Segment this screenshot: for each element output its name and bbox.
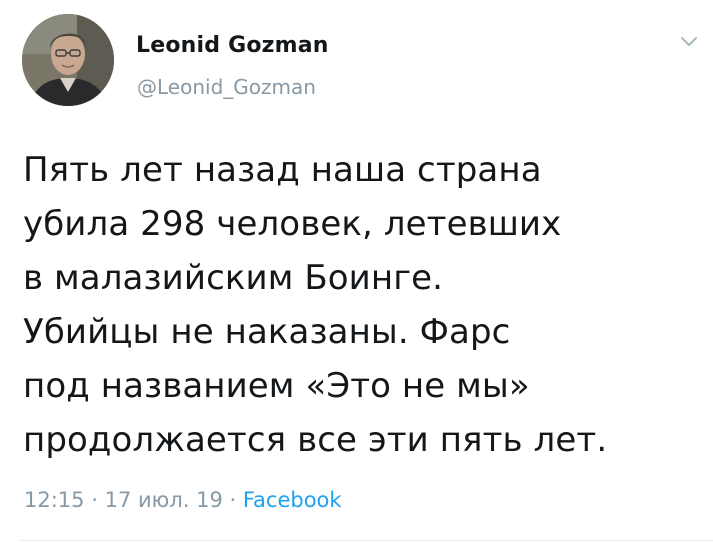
tweet-meta: 12:15 · 17 июл. 19 · Facebook [24,488,342,512]
tweet-card: Leonid Gozman @Leonid_Gozman Пять лет на… [0,0,713,547]
user-photo-icon [22,14,114,106]
author-handle[interactable]: @Leonid_Gozman [137,75,316,99]
tweet-text: Пять лет назад наша страна убила 298 чел… [23,143,683,467]
tweet-time[interactable]: 12:15 [24,488,85,512]
tweet-date[interactable]: 17 июл. 19 [105,488,223,512]
meta-separator: · [229,488,237,512]
meta-separator: · [91,488,98,512]
tweet-text-line: убила 298 человек, летевших [23,204,562,244]
tweet-text-line: в малазийским Боинге. [23,258,444,298]
author-name[interactable]: Leonid Gozman [136,33,329,58]
avatar[interactable] [22,14,114,106]
divider [20,540,713,541]
tweet-text-line: Убийцы не наказаны. Фарс [23,312,511,352]
chevron-down-icon[interactable] [679,34,699,48]
tweet-text-line: под названием «Это не мы» [23,366,530,406]
tweet-source-link[interactable]: Facebook [243,488,342,512]
tweet-text-line: Пять лет назад наша страна [23,150,542,190]
tweet-text-line: продолжается все эти пять лет. [23,420,608,460]
